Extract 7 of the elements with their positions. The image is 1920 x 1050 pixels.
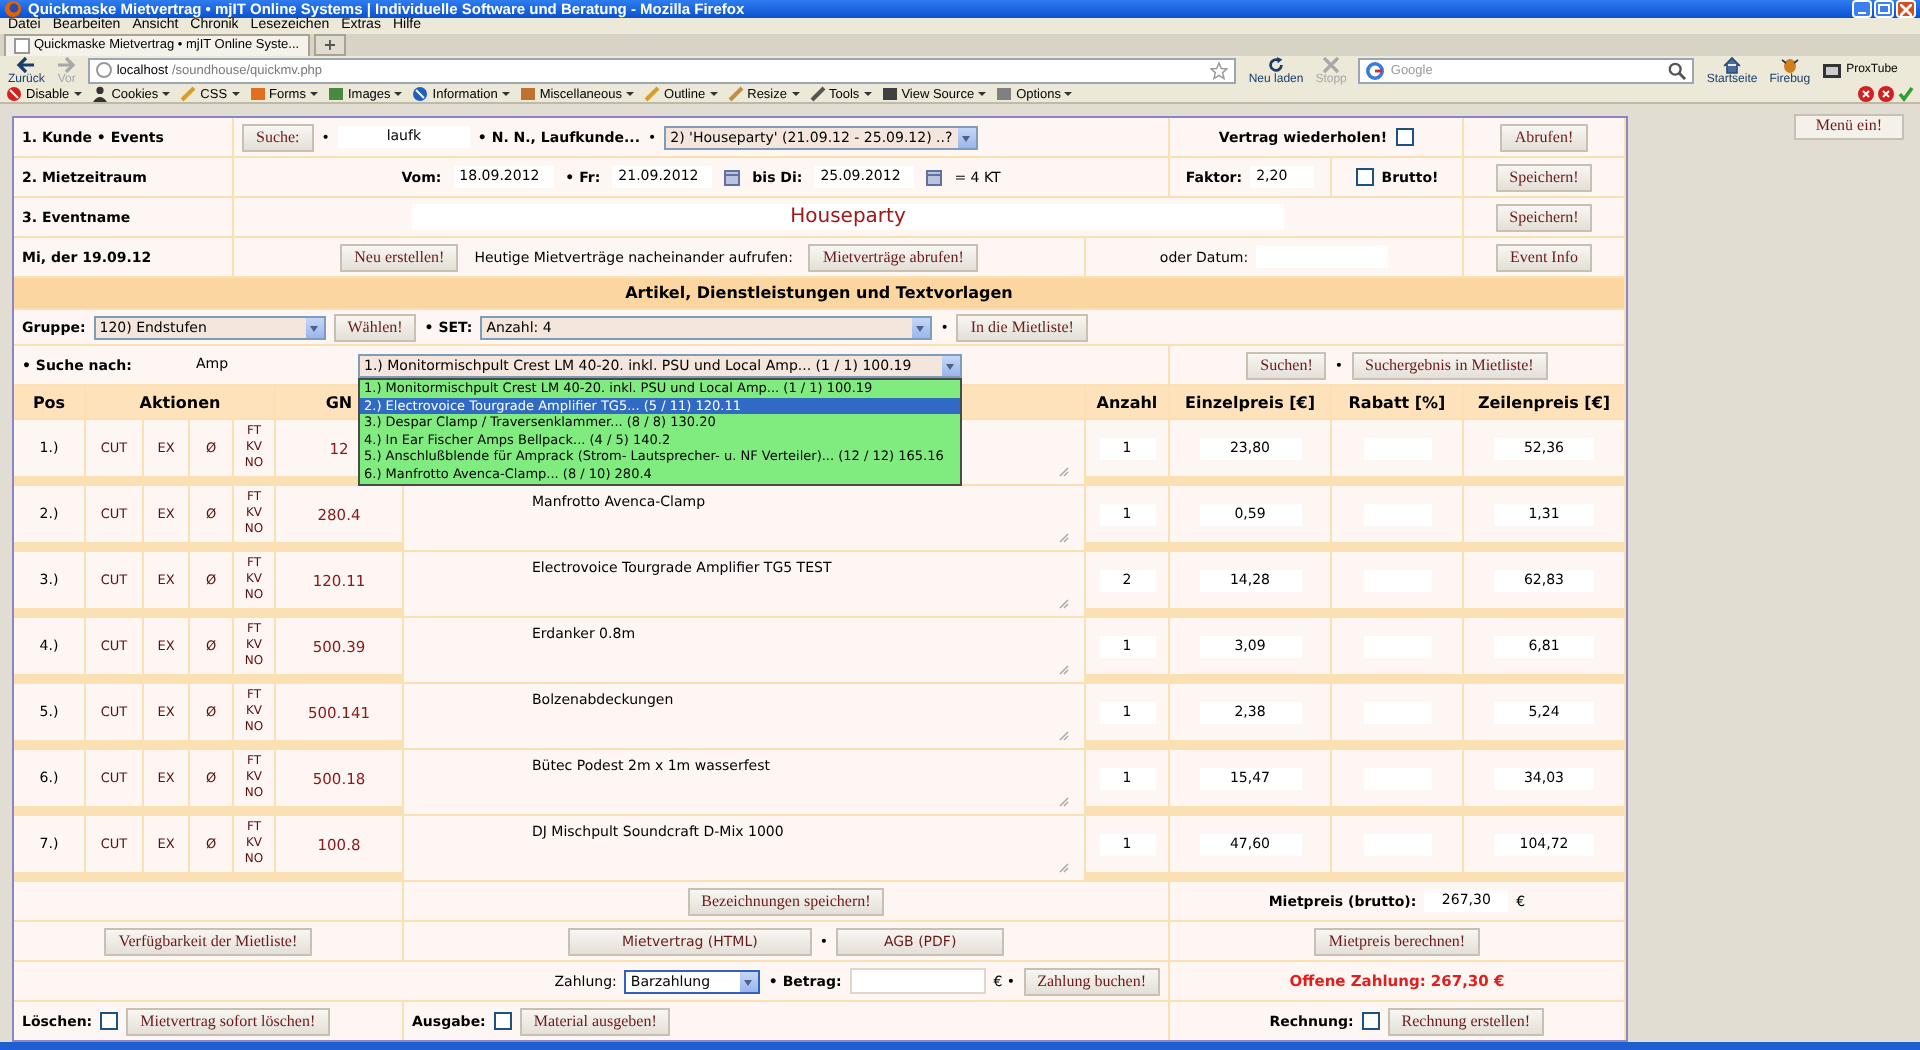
section-heading: Artikel, Dienstleistungen und Textvorlagen (14, 278, 1624, 309)
column-header: Zeilenpreis [€] (1464, 386, 1624, 419)
column-header: Einzelpreis [€] (1170, 386, 1330, 419)
column-header: Rabatt [%] (1332, 386, 1462, 419)
column-header: Aktionen (86, 386, 274, 419)
column-header: Pos (14, 386, 84, 419)
column-header: Anzahl (1086, 386, 1168, 419)
